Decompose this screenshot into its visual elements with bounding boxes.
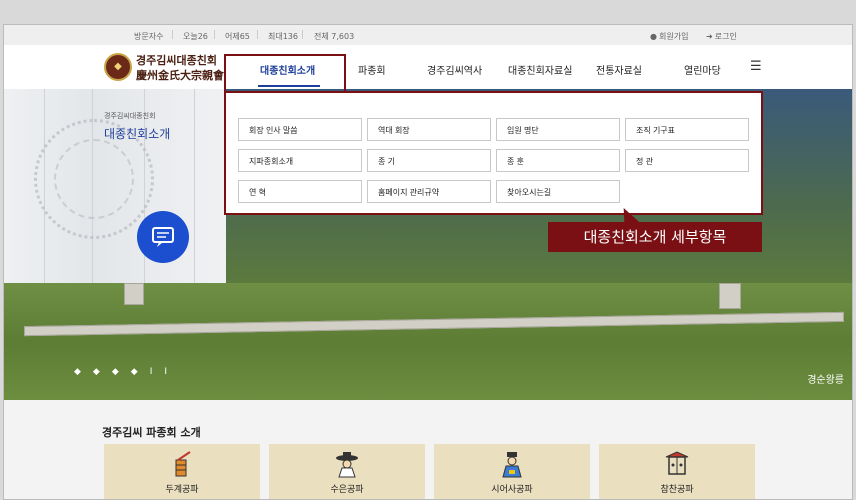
side-intro-panel: 경주김씨대종친회 대종친회소개 (4, 89, 226, 283)
active-tab-highlight (224, 54, 346, 94)
callout-label: 대종친회소개 세부항목 (548, 222, 762, 252)
submenu-item[interactable]: 종 훈 (496, 149, 620, 172)
submenu-item[interactable]: 조직 기구표 (625, 118, 749, 141)
site-header: ◆ 경주김씨대종친회 慶州金氏大宗親會 대종친회소개 파종회 경주김씨역사 대종… (4, 45, 852, 89)
stone-border (23, 311, 845, 337)
top-utility-bar: 방문자수 오늘26 어제65 최대136 전체 7,603 ● 회원가입 ➜ 로그인 (4, 25, 852, 45)
intro-submenu: 회장 인사 말씀 역대 회장 임원 명단 조직 기구표 지파종회소개 종 기 종… (224, 91, 763, 215)
branch-card[interactable]: 참찬공파 (599, 444, 755, 499)
door-ornament-inner (54, 139, 134, 219)
visitor-yesterday: 어제65 (225, 32, 250, 41)
join-link[interactable]: ● 회원가입 (650, 31, 688, 42)
slider-dots[interactable]: ◆◆◆◆II (74, 367, 179, 377)
divider (302, 30, 303, 39)
branch-card[interactable]: 시어사공파 (434, 444, 590, 499)
slider-pause-button[interactable]: II (150, 367, 179, 377)
divider (214, 30, 215, 39)
visitor-max: 최대136 (268, 32, 298, 41)
hero-caption: 경순왕릉 (807, 375, 844, 386)
section-title: 경주김씨 파종회 소개 (102, 426, 201, 439)
visitor-total: 전체 7,603 (314, 32, 355, 41)
branch-intro-section: 경주김씨 파종회 소개 두계공파 수은공파 시어사공파 참찬공파 (4, 400, 852, 499)
submenu-item[interactable]: 회장 인사 말씀 (238, 118, 362, 141)
logo-title-korean: 경주김씨대종친회 (136, 54, 217, 67)
nav-item-traditional[interactable]: 전통자료실 (596, 62, 642, 77)
login-link[interactable]: ➜ 로그인 (706, 31, 737, 42)
submenu-item[interactable]: 연 혁 (238, 180, 362, 203)
scholar-hat-icon (336, 452, 358, 478)
login-icon: ➜ (706, 32, 713, 41)
nav-item-archive[interactable]: 대종친회자료실 (508, 62, 572, 77)
hero-banner: ◆◆◆◆II 경순왕릉 (4, 283, 852, 400)
book-pen-icon (175, 451, 191, 477)
branch-card[interactable]: 두계공파 (104, 444, 260, 499)
chat-document-icon (152, 227, 174, 247)
user-plus-icon: ● (650, 32, 657, 41)
site-logo[interactable]: ◆ 경주김씨대종친회 慶州金氏大宗親會 (104, 52, 229, 84)
branch-card-label: 두계공파 (165, 485, 199, 495)
branch-card-label: 참찬공파 (660, 485, 694, 495)
nav-item-branch[interactable]: 파종회 (358, 62, 386, 77)
wood-plank-line (194, 89, 195, 283)
submenu-item[interactable]: 찾아오시는길 (496, 180, 620, 203)
join-label: 회원가입 (658, 32, 689, 41)
shrine-icon (665, 451, 689, 475)
divider (257, 30, 258, 39)
submenu-item[interactable]: 종 기 (367, 149, 491, 172)
submenu-item[interactable]: 임원 명단 (496, 118, 620, 141)
side-subtitle: 경주김씨대종친회 (104, 112, 156, 120)
branch-card-label: 시어사공파 (491, 485, 533, 495)
nav-item-open-forum[interactable]: 열린마당 (684, 62, 721, 77)
stone-pillar (719, 283, 741, 309)
submenu-item[interactable]: 역대 회장 (367, 118, 491, 141)
login-label: 로그인 (714, 32, 737, 41)
branch-card[interactable]: 수은공파 (269, 444, 425, 499)
clan-seal-icon: ◆ (104, 53, 132, 81)
branch-card-label: 수은공파 (330, 485, 364, 495)
browser-frame: 방문자수 오늘26 어제65 최대136 전체 7,603 ● 회원가입 ➜ 로그인… (3, 24, 853, 500)
side-title: 대종친회소개 (104, 127, 171, 141)
nav-item-history[interactable]: 경주김씨역사 (427, 62, 482, 77)
visitor-today: 오늘26 (183, 32, 208, 41)
hamburger-menu-icon[interactable]: ☰ (750, 59, 762, 74)
submenu-item[interactable]: 지파종회소개 (238, 149, 362, 172)
official-robe-icon (502, 452, 522, 478)
logo-title-hanja: 慶州金氏大宗親會 (136, 69, 224, 82)
stone-pillar (124, 283, 144, 305)
visitor-label: 방문자수 (134, 32, 164, 41)
submenu-item[interactable]: 홈페이지 관리규약 (367, 180, 491, 203)
side-chat-button[interactable] (137, 211, 189, 263)
divider (172, 30, 173, 39)
submenu-item[interactable]: 정 관 (625, 149, 749, 172)
